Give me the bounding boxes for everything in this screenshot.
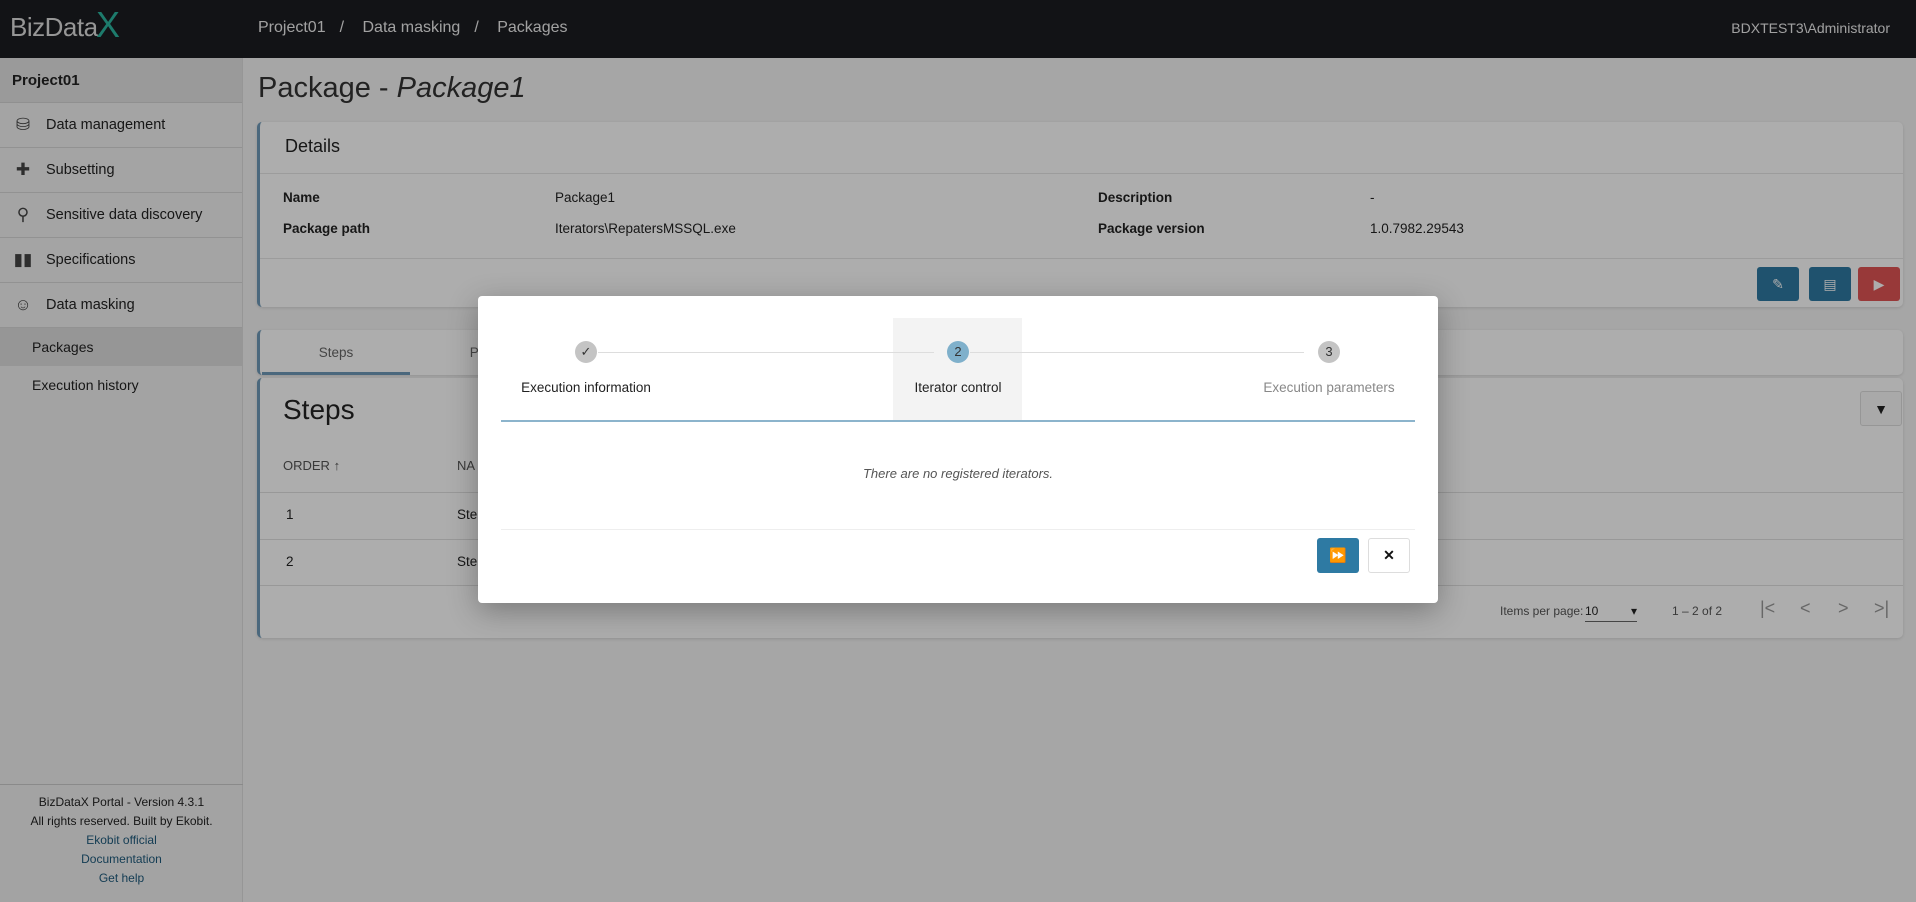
close-icon: ✕ [1383, 547, 1395, 563]
no-iterators-message: There are no registered iterators. [862, 466, 1054, 481]
step-3-marker[interactable]: 3 [1318, 341, 1340, 363]
next-step-button[interactable]: ⏩ [1317, 538, 1359, 573]
execution-modal: ✓ 2 3 Execution information Iterator con… [478, 296, 1438, 603]
active-step-highlight [893, 318, 1022, 420]
fast-forward-icon: ⏩ [1329, 547, 1347, 563]
step-complete-check-icon[interactable]: ✓ [575, 341, 597, 363]
step-label-execution-parameters[interactable]: Execution parameters [1219, 380, 1439, 395]
step-label-iterator-control[interactable]: Iterator control [848, 380, 1068, 395]
close-button[interactable]: ✕ [1368, 538, 1410, 573]
step-label-execution-information[interactable]: Execution information [476, 380, 696, 395]
step-2-marker[interactable]: 2 [947, 341, 969, 363]
